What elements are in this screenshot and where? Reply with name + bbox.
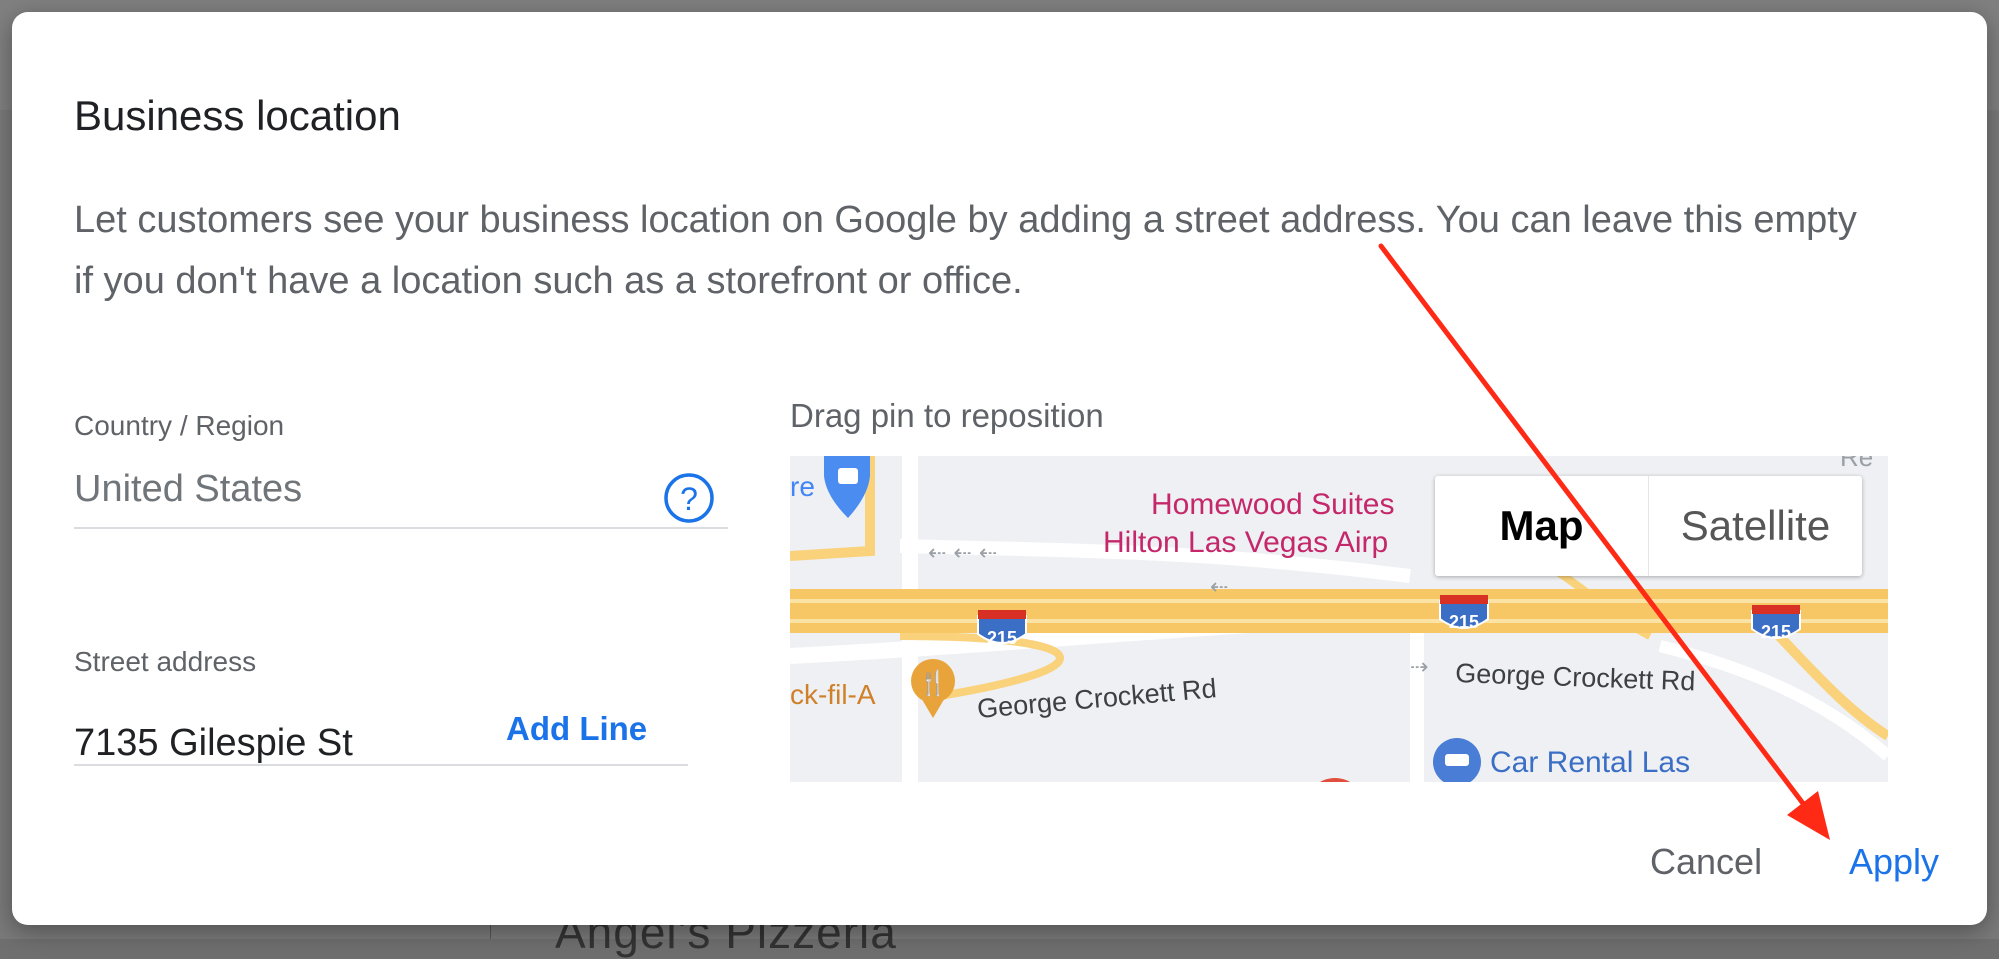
map-caption: Drag pin to reposition (790, 397, 1104, 434)
svg-text:⇠: ⇠ (1210, 575, 1228, 600)
map-type-satellite-button[interactable]: Satellite (1649, 476, 1862, 576)
svg-text:215: 215 (1449, 612, 1479, 632)
street-address-label: Street address (74, 646, 257, 677)
map-type-map-button[interactable]: Map (1435, 476, 1649, 576)
svg-text:Homewood Suites: Homewood Suites (1151, 488, 1394, 521)
country-underline (74, 527, 728, 529)
svg-text:?: ? (680, 481, 698, 517)
svg-text:215: 215 (987, 628, 1017, 648)
dialog-title: Business location (74, 92, 401, 139)
cancel-button[interactable]: Cancel (1642, 837, 1770, 887)
map-type-toggle: Map Satellite (1435, 476, 1862, 576)
svg-text:Hilton Las Vegas Airp: Hilton Las Vegas Airp (1103, 526, 1388, 559)
svg-text:Re: Re (1840, 456, 1873, 472)
svg-text:Car Rental Las: Car Rental Las (1490, 746, 1690, 779)
add-line-button[interactable]: Add Line (506, 706, 647, 752)
question-circle-icon[interactable]: ? (662, 471, 716, 525)
dialog-description: Let customers see your business location… (74, 199, 1857, 302)
svg-text:ck-fil-A: ck-fil-A (790, 679, 876, 710)
svg-text:⇢: ⇢ (1410, 655, 1428, 680)
svg-text:⇠ ⇠ ⇠: ⇠ ⇠ ⇠ (928, 541, 997, 566)
street-address-underline (74, 764, 688, 766)
country-label: Country / Region (74, 410, 285, 441)
street-address-input[interactable]: 7135 Gilespie St (74, 722, 353, 765)
svg-text:🍴: 🍴 (918, 669, 948, 697)
business-location-dialog: Business location Let customers see your… (12, 12, 1987, 925)
location-map[interactable]: ⇠ ⇠ ⇠ ⇠ ⇢ 215 215 215 re Homewood Suites… (790, 456, 1888, 782)
svg-text:re: re (790, 471, 815, 502)
svg-text:215: 215 (1761, 622, 1791, 642)
country-select[interactable]: United States (74, 468, 302, 511)
apply-button[interactable]: Apply (1841, 837, 1947, 887)
